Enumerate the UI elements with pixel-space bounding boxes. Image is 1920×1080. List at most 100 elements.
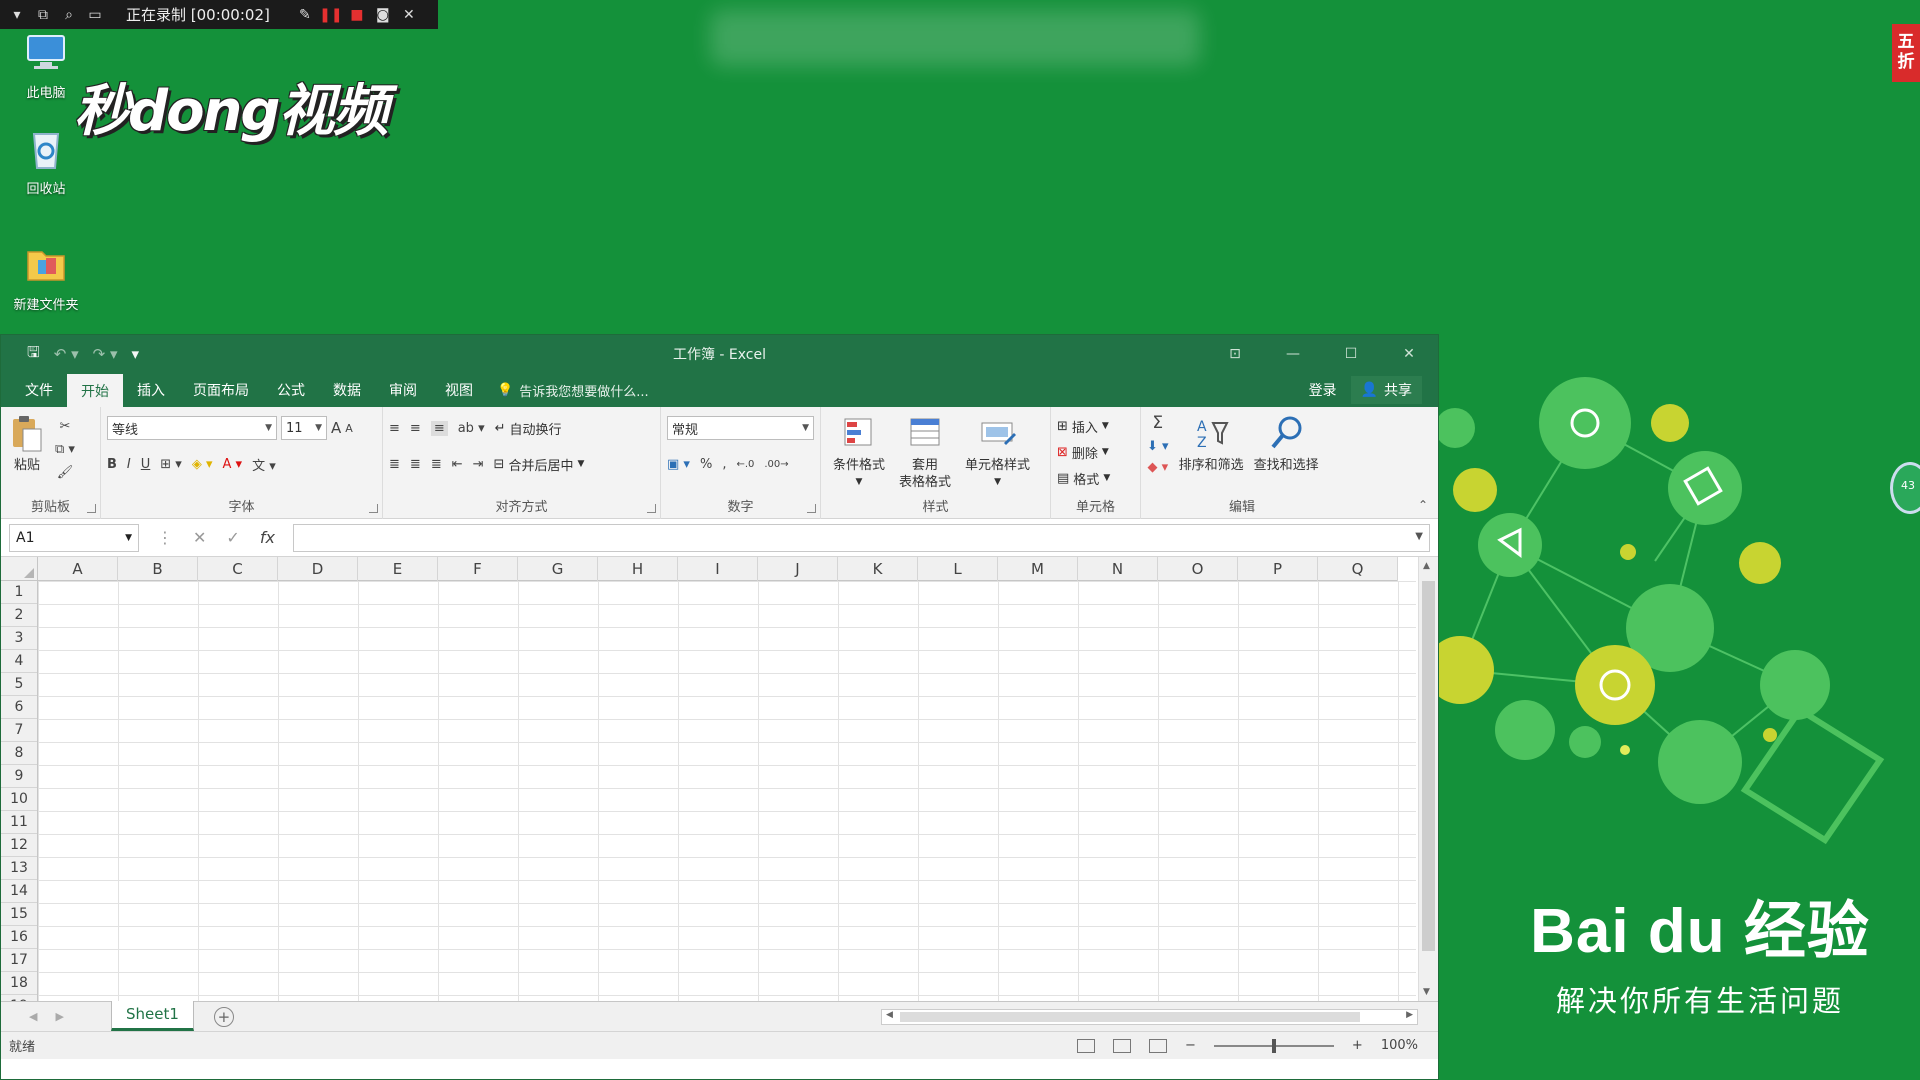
orientation-icon[interactable]: ab ▾ — [458, 421, 485, 436]
clipboard-launcher-icon[interactable] — [87, 504, 96, 513]
fill-color-icon[interactable]: ◈ ▾ — [192, 457, 213, 472]
collapse-ribbon-icon[interactable]: ⌃ — [1418, 498, 1428, 512]
column-header[interactable]: K — [838, 557, 918, 581]
number-launcher-icon[interactable] — [807, 504, 816, 513]
percent-button[interactable]: % — [700, 457, 712, 472]
zoom-slider[interactable] — [1213, 1038, 1334, 1053]
delete-cells-button[interactable]: ⊠ 删除 ▼ — [1057, 439, 1134, 465]
redo-icon[interactable]: ↷ ▾ — [93, 345, 118, 363]
tab-page-layout[interactable]: 页面布局 — [179, 374, 263, 406]
tell-me-search[interactable]: 💡 告诉我您想要做什么... — [497, 381, 649, 400]
decrease-indent-icon[interactable]: ⇤ — [452, 457, 463, 472]
decrease-decimal-icon[interactable]: .00→ — [764, 459, 788, 470]
zoom-thumb[interactable] — [1271, 1038, 1276, 1053]
row-header[interactable]: 15 — [1, 903, 37, 926]
tab-insert[interactable]: 插入 — [123, 374, 179, 406]
font-color-icon[interactable]: A ▾ — [223, 457, 243, 472]
column-header[interactable]: L — [918, 557, 998, 581]
name-box[interactable]: A1 ▼ — [9, 523, 139, 552]
horizontal-scrollbar[interactable]: ◀ ▶ — [881, 1009, 1418, 1025]
sign-in-link[interactable]: 登录 — [1309, 380, 1337, 400]
menu-icon[interactable]: ▾ — [8, 6, 26, 24]
italic-button[interactable]: I — [127, 457, 131, 472]
underline-button[interactable]: U — [141, 457, 151, 472]
scroll-right-icon[interactable]: ▶ — [1406, 1010, 1413, 1020]
row-header[interactable]: 3 — [1, 627, 37, 650]
scroll-thumb[interactable] — [1422, 581, 1435, 951]
column-header[interactable]: Q — [1318, 557, 1398, 581]
close-icon[interactable]: ✕ — [1380, 335, 1438, 373]
tab-review[interactable]: 审阅 — [375, 374, 431, 406]
wrap-text-button[interactable]: ↵ 自动换行 — [495, 415, 562, 441]
zoom-level[interactable]: 100% — [1381, 1038, 1418, 1053]
column-header[interactable]: B — [118, 557, 198, 581]
pen-icon[interactable]: ✎ — [296, 6, 314, 24]
restore-icon[interactable]: ⧉ — [34, 6, 52, 24]
row-header[interactable]: 14 — [1, 880, 37, 903]
column-header[interactable]: D — [278, 557, 358, 581]
page-break-view-icon[interactable] — [1149, 1038, 1168, 1053]
merge-center-button[interactable]: ⊟ 合并后居中 ▼ — [494, 451, 585, 477]
row-header[interactable]: 5 — [1, 673, 37, 696]
row-header[interactable]: 11 — [1, 811, 37, 834]
format-cells-button[interactable]: ▤ 格式 ▼ — [1057, 465, 1134, 491]
share-button[interactable]: 👤 共享 — [1350, 376, 1422, 404]
copy-icon[interactable]: ⧉ ▾ — [55, 442, 75, 457]
column-header[interactable]: O — [1158, 557, 1238, 581]
pause-icon[interactable]: ❚❚ — [319, 6, 342, 24]
font-name-select[interactable]: 等线 ▼ — [107, 416, 277, 440]
borders-icon[interactable]: ⊞ ▾ — [160, 457, 182, 472]
scroll-down-icon[interactable]: ▼ — [1423, 987, 1430, 997]
side-ad-badge[interactable]: 五折 — [1892, 24, 1920, 82]
minimize-icon[interactable]: — — [1264, 335, 1322, 373]
align-center-icon[interactable]: ≣ — [410, 457, 421, 472]
cancel-entry-icon[interactable]: ✕ — [193, 528, 206, 547]
row-header[interactable]: 13 — [1, 857, 37, 880]
sheet-tab[interactable]: Sheet1 — [111, 1000, 194, 1031]
column-header[interactable]: E — [358, 557, 438, 581]
zoom-in-icon[interactable]: + — [1352, 1038, 1363, 1053]
row-header[interactable]: 12 — [1, 834, 37, 857]
formula-input[interactable]: ▼ — [292, 523, 1430, 552]
column-header[interactable]: P — [1238, 557, 1318, 581]
align-top-icon[interactable]: ≡ — [389, 421, 400, 436]
tab-file[interactable]: 文件 — [11, 374, 67, 406]
next-sheet-icon[interactable]: ▶ — [55, 1010, 63, 1023]
undo-icon[interactable]: ↶ ▾ — [54, 345, 79, 363]
previous-sheet-icon[interactable]: ◀ — [29, 1010, 37, 1023]
align-left-icon[interactable]: ≣ — [389, 457, 400, 472]
camera-icon[interactable]: ◙ — [374, 6, 392, 24]
grow-font-button[interactable]: A — [331, 419, 341, 437]
row-header[interactable]: 8 — [1, 742, 37, 765]
customize-qat-icon[interactable]: ▾ — [132, 345, 140, 363]
column-header[interactable]: C — [198, 557, 278, 581]
phonetic-icon[interactable]: 文 ▾ — [252, 455, 276, 474]
clear-icon[interactable]: ◆ ▾ — [1147, 460, 1169, 475]
stop-icon[interactable]: ■ — [348, 6, 366, 24]
alignment-launcher-icon[interactable] — [647, 504, 656, 513]
confirm-entry-icon[interactable]: ✓ — [226, 528, 239, 547]
save-icon[interactable]: 🖫 — [27, 342, 40, 367]
row-header[interactable]: 6 — [1, 696, 37, 719]
format-painter-icon[interactable]: 🖌 — [55, 465, 75, 480]
autosum-button[interactable]: Σ — [1147, 413, 1169, 433]
ribbon-display-options-icon[interactable]: ⊡ — [1206, 335, 1264, 373]
comma-button[interactable]: , — [722, 457, 726, 472]
close-icon[interactable]: ✕ — [400, 6, 418, 24]
scroll-up-icon[interactable]: ▲ — [1423, 561, 1430, 571]
font-size-select[interactable]: 11 ▼ — [281, 416, 327, 440]
row-header[interactable]: 2 — [1, 604, 37, 627]
fill-icon[interactable]: ⬇ ▾ — [1147, 439, 1169, 454]
scroll-left-icon[interactable]: ◀ — [886, 1010, 893, 1020]
bold-button[interactable]: B — [107, 457, 117, 472]
accounting-format-icon[interactable]: ▣ ▾ — [667, 457, 690, 472]
increase-decimal-icon[interactable]: ←.0 — [736, 459, 754, 470]
maximize-icon[interactable]: ☐ — [1322, 335, 1380, 373]
row-header[interactable]: 9 — [1, 765, 37, 788]
cut-icon[interactable]: ✂ — [55, 419, 75, 434]
column-header[interactable]: J — [758, 557, 838, 581]
tab-home[interactable]: 开始 — [67, 374, 123, 408]
paste-button[interactable]: 粘贴 — [7, 413, 47, 480]
insert-cells-button[interactable]: ⊞ 插入 ▼ — [1057, 413, 1134, 439]
column-header[interactable]: A — [38, 557, 118, 581]
